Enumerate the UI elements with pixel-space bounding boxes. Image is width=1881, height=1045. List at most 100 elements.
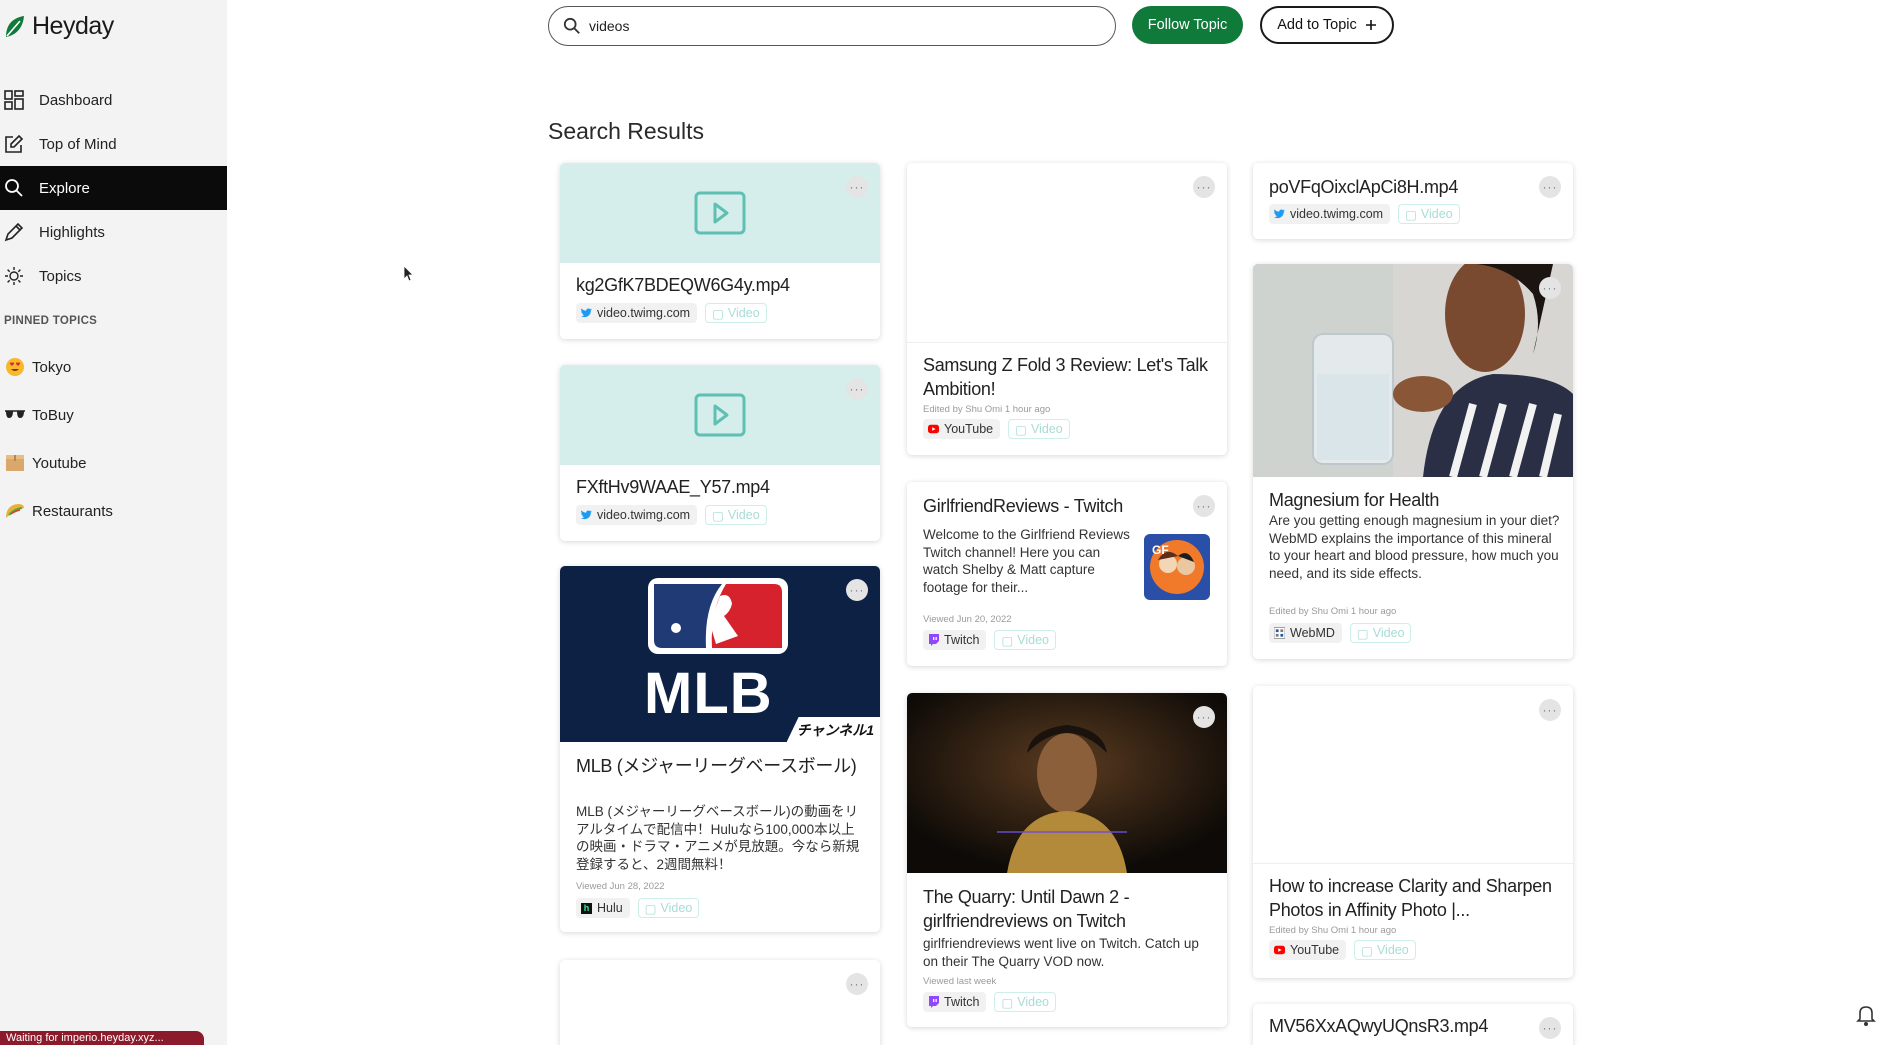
card-meta: Viewed last week <box>923 976 997 987</box>
twitter-icon <box>581 308 592 319</box>
more-options-icon[interactable]: ··· <box>1539 699 1561 721</box>
svg-text:GF: GF <box>1152 543 1169 557</box>
pinned-topic-youtube[interactable]: Youtube <box>4 452 87 474</box>
result-card[interactable]: ··· How to increase Clarity and Sharpen … <box>1253 686 1573 978</box>
webmd-icon <box>1274 627 1285 639</box>
source-tag[interactable]: video.twimg.com <box>576 303 698 323</box>
result-card[interactable]: ··· Samsung Z Fold 3 Review: Let's Talk … <box>907 163 1227 455</box>
taco-icon <box>4 500 26 522</box>
nav-label: Explore <box>39 179 90 197</box>
blank-thumbnail <box>1253 686 1573 864</box>
nav-top-of-mind[interactable]: Top of Mind <box>0 122 227 166</box>
source-tag[interactable]: video.twimg.com <box>1269 204 1391 224</box>
nav-label: Dashboard <box>39 91 113 109</box>
more-options-icon[interactable]: ··· <box>1193 176 1215 198</box>
notification-bell-icon[interactable] <box>1856 1003 1876 1027</box>
pinned-topic-label: ToBuy <box>32 406 74 424</box>
type-tag[interactable]: ▢ Video <box>705 303 767 323</box>
source-label: Hulu <box>597 901 623 915</box>
result-card[interactable]: ··· MV56XxAQwyUQnsR3.mp4 <box>1253 1004 1573 1045</box>
source-tag[interactable]: h Hulu <box>576 898 630 918</box>
edit-icon <box>4 134 24 154</box>
video-type-icon: ▢ <box>712 306 724 321</box>
source-label: YouTube <box>1290 943 1340 957</box>
type-tag[interactable]: ▢ Video <box>1008 419 1070 439</box>
channel-avatar: GF <box>1144 534 1210 600</box>
sunglasses-icon <box>4 404 26 426</box>
play-video-icon <box>694 393 746 437</box>
more-options-icon[interactable]: ··· <box>846 973 868 995</box>
pinned-topic-tobuy[interactable]: ToBuy <box>4 404 74 426</box>
search-icon <box>4 178 24 198</box>
search-bar[interactable] <box>548 6 1116 46</box>
nav-dashboard[interactable]: Dashboard <box>0 78 227 122</box>
source-tag[interactable]: YouTube <box>923 419 1001 439</box>
result-card[interactable]: ··· MLB チャンネル1 MLB (メジャーリーグベースボール) MLB (… <box>560 566 880 932</box>
follow-topic-button[interactable]: Follow Topic <box>1132 6 1243 44</box>
type-label: Video <box>1376 943 1409 957</box>
app-name: Heyday <box>32 12 114 40</box>
pinned-topic-tokyo[interactable]: Tokyo <box>4 356 71 378</box>
type-label: Video <box>1372 626 1405 640</box>
box-icon <box>4 452 26 474</box>
type-tag[interactable]: ▢ Video <box>705 505 767 525</box>
nav-explore[interactable]: Explore <box>0 166 227 210</box>
card-description: Are you getting enough magnesium in your… <box>1269 513 1560 581</box>
source-tag[interactable]: YouTube <box>1269 940 1347 960</box>
result-card[interactable]: ··· kg2GfK7BDEQW6G4y.mp4 video.twimg.com… <box>560 163 880 339</box>
video-type-icon: ▢ <box>1356 626 1369 641</box>
youtube-icon <box>928 424 939 435</box>
card-title: Magnesium for Health <box>1269 490 1440 510</box>
card-meta: Edited by Shu Omi 1 hour ago <box>923 404 1051 415</box>
pinned-topic-label: Tokyo <box>32 358 72 376</box>
card-meta: Edited by Shu Omi 1 hour ago <box>1269 606 1397 617</box>
type-tag[interactable]: ▢ Video <box>1349 623 1412 643</box>
add-to-topic-button[interactable]: Add to Topic <box>1260 6 1394 44</box>
card-description: MLB (メジャーリーグベースボール)の動画をリアルタイムで配信中！Huluなら… <box>576 804 860 872</box>
source-tag[interactable]: Twitch <box>923 992 987 1012</box>
type-label: Video <box>1017 633 1049 647</box>
type-tag[interactable]: ▢ Video <box>637 898 700 918</box>
more-options-icon[interactable]: ··· <box>1539 277 1561 299</box>
type-tag[interactable]: ▢ Video <box>994 630 1056 650</box>
heyday-leaf-icon <box>6 15 24 37</box>
more-options-icon[interactable]: ··· <box>846 378 868 400</box>
card-meta: Viewed Jun 28, 2022 <box>576 881 665 892</box>
result-card[interactable]: ··· poVFqOixclApCi8H.mp4 video.twimg.com… <box>1253 163 1573 239</box>
app-logo[interactable]: Heyday <box>4 12 114 41</box>
video-thumbnail <box>560 163 880 263</box>
source-label: Twitch <box>944 633 980 647</box>
more-options-icon[interactable]: ··· <box>846 579 868 601</box>
result-card[interactable]: ··· Magnesium for Health Are you getting… <box>1253 264 1573 659</box>
result-card[interactable]: ··· GirlfriendReviews - Twitch Welcome t… <box>907 482 1227 666</box>
source-tag[interactable]: WebMD <box>1269 623 1342 643</box>
nav-topics[interactable]: Topics <box>0 254 227 298</box>
grid-icon <box>4 90 24 110</box>
pinned-topic-restaurants[interactable]: Restaurants <box>4 500 113 522</box>
result-card[interactable]: ··· FXftHv9WAAE_Y57.mp4 video.twimg.com … <box>560 365 880 541</box>
type-tag[interactable]: ▢ Video <box>1354 940 1416 960</box>
pen-icon <box>4 222 24 242</box>
more-options-icon[interactable]: ··· <box>846 176 868 198</box>
source-tag[interactable]: video.twimg.com <box>576 505 698 525</box>
twitch-icon <box>928 634 939 646</box>
more-options-icon[interactable]: ··· <box>1193 495 1215 517</box>
type-label: Video <box>727 508 760 522</box>
more-options-icon[interactable]: ··· <box>1539 176 1561 198</box>
card-description: girlfriendreviews went live on Twitch. C… <box>923 936 1199 969</box>
type-tag[interactable]: ▢ Video <box>994 992 1056 1012</box>
source-tag[interactable]: Twitch <box>923 630 987 650</box>
result-card[interactable]: ··· The Quarry: Until Dawn 2 - girlfrien… <box>907 693 1227 1027</box>
more-options-icon[interactable]: ··· <box>1539 1017 1561 1039</box>
nav-highlights[interactable]: Highlights <box>0 210 227 254</box>
twitter-icon <box>1274 209 1285 220</box>
blank-thumbnail <box>907 163 1227 343</box>
play-video-icon <box>694 191 746 235</box>
more-options-icon[interactable]: ··· <box>1193 706 1215 728</box>
result-card[interactable]: ··· <box>560 960 880 1045</box>
twitch-icon <box>928 996 939 1008</box>
type-tag[interactable]: ▢ Video <box>1398 204 1460 224</box>
card-title: MLB (メジャーリーグベースボール) <box>576 756 857 776</box>
search-input[interactable] <box>589 18 1069 34</box>
pinned-topic-label: Restaurants <box>32 502 113 520</box>
